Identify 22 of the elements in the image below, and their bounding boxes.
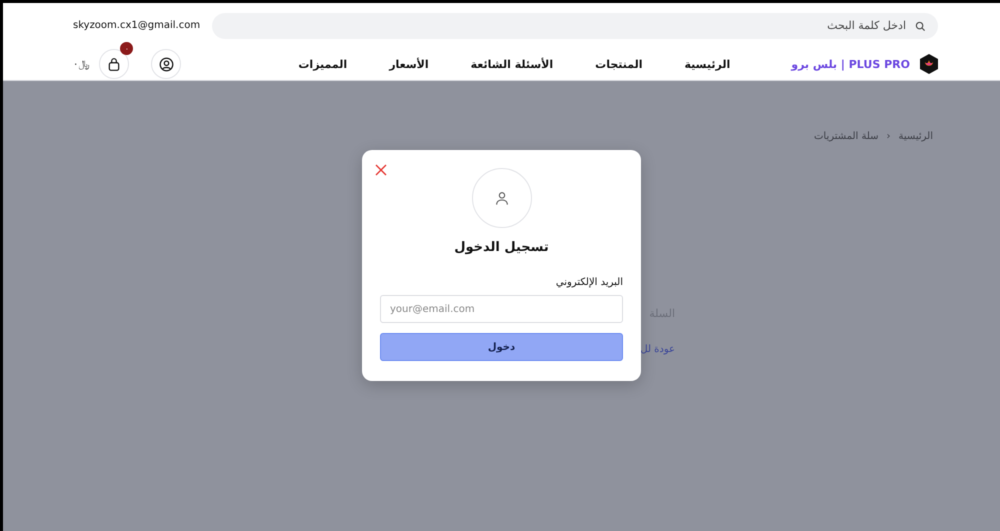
profile-button[interactable]: [151, 49, 182, 79]
nav-link[interactable]: الأسئلة الشائعة: [470, 58, 554, 70]
brand-name[interactable]: بلس برو | PLUS PRO: [791, 58, 910, 70]
email-field[interactable]: your@email.com: [380, 295, 623, 323]
nav-link[interactable]: الرئيسية: [684, 58, 730, 70]
dialog-title: تسجيل الدخول: [454, 240, 549, 255]
close-button[interactable]: [374, 164, 388, 178]
user-circle-icon: [158, 56, 174, 72]
user-icon: [494, 190, 510, 206]
search-icon: [915, 20, 926, 32]
search-field[interactable]: ادخل كلمة البحث: [212, 12, 938, 38]
shopping-bag-icon: [107, 56, 122, 72]
email-label: البريد الإلكتروني: [556, 277, 623, 288]
logo-icon: [920, 54, 938, 74]
login-button[interactable]: دخول: [380, 333, 623, 361]
breadcrumb-separator: ›: [886, 131, 891, 142]
nav-link[interactable]: المنتجات: [595, 58, 643, 70]
nav-link[interactable]: الأسعار: [389, 58, 429, 70]
user-email: skyzoom.cx1@gmail.com: [73, 20, 200, 31]
cart-button[interactable]: [99, 49, 130, 79]
nav-link[interactable]: المميزات: [298, 58, 348, 70]
cart-total: ﷼٠: [73, 58, 90, 70]
